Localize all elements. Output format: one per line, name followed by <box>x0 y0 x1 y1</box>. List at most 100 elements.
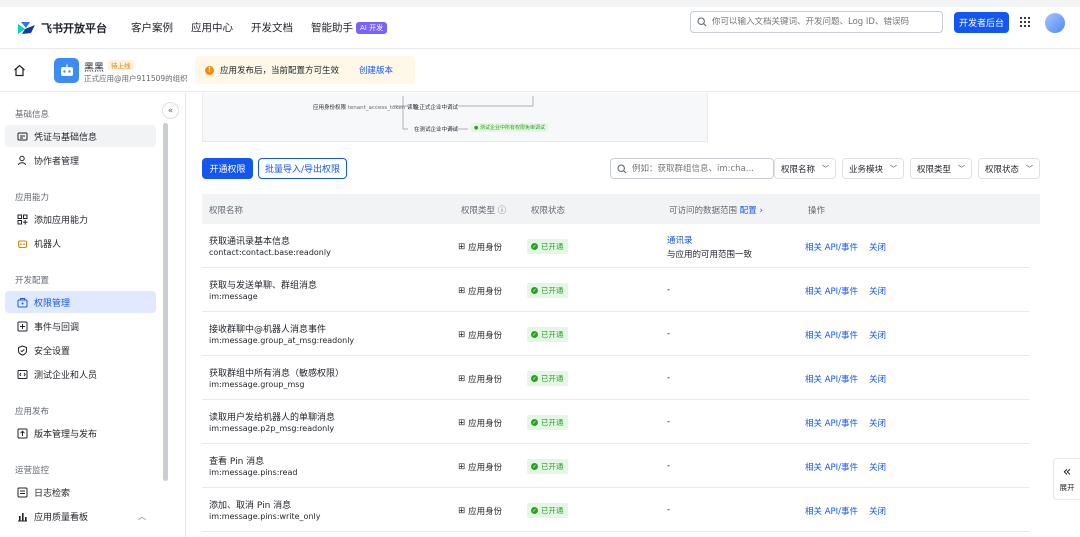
help-icon[interactable]: ⓘ <box>498 206 507 216</box>
perm-type: ⊞ 应用身份 <box>458 461 502 473</box>
sidebar-item-quality[interactable]: 应用质量看板 ︿ <box>5 505 156 527</box>
expand-label: 展开 <box>1059 483 1075 492</box>
apps-grid-icon[interactable] <box>1019 16 1031 28</box>
sidebar-item-label: 应用质量看板 <box>34 512 89 523</box>
ai-badge: AI 开发 <box>356 21 388 34</box>
col-type-label: 权限类型 <box>461 206 496 216</box>
filter-permission-status[interactable]: 权限状态 ﹀ <box>978 158 1040 179</box>
status-tag: ✓ 已开通 <box>527 459 568 474</box>
log-icon <box>17 487 28 498</box>
close-permission-link[interactable]: 关闭 <box>869 505 886 517</box>
nav-customer-cases[interactable]: 客户案例 <box>131 20 173 35</box>
batch-import-export-button[interactable]: 批量导入/导出权限 <box>258 158 347 179</box>
global-search[interactable] <box>690 11 943 33</box>
perm-name: 添加、取消 Pin 消息 <box>209 501 292 511</box>
sidebar-item-add-capability[interactable]: 添加应用能力 <box>5 208 156 230</box>
related-api-link[interactable]: 相关 API/事件 <box>805 329 858 341</box>
permission-search-input[interactable] <box>632 163 772 174</box>
home-icon[interactable] <box>13 64 26 77</box>
main-content: 应用身份权限 tenant_access_token 读取 在正式企业中调试 在… <box>187 93 1080 537</box>
close-permission-link[interactable]: 关闭 <box>869 241 886 253</box>
related-api-link[interactable]: 相关 API/事件 <box>805 417 858 429</box>
perm-type-label: 应用身份 <box>468 331 503 341</box>
filter-label: 业务模块 <box>849 164 884 175</box>
close-permission-link[interactable]: 关闭 <box>869 285 886 297</box>
sidebar-item-versions[interactable]: 版本管理与发布 <box>5 422 156 444</box>
logo[interactable]: 飞书开放平台 <box>16 20 107 36</box>
sidebar-scrollbar[interactable] <box>163 123 168 481</box>
sidebar-item-label: 添加应用能力 <box>34 215 89 226</box>
chevron-up-icon[interactable]: ︿ <box>138 511 146 522</box>
nav-smart-assistant[interactable]: 智能助手 AI 开发 <box>311 20 388 35</box>
close-permission-link[interactable]: 关闭 <box>869 417 886 429</box>
dev-console-button[interactable]: 开发者后台 <box>954 12 1009 33</box>
related-api-link[interactable]: 相关 API/事件 <box>805 241 858 253</box>
check-circle-icon: ✓ <box>531 419 538 426</box>
table-row: 添加、取消 Pin 消息 im:message.pins:write_only … <box>202 488 1029 532</box>
perm-name: 获取与发送单聊、群组消息 <box>209 281 318 291</box>
double-chevron-left-icon: « <box>1062 464 1072 480</box>
nav-dev-docs[interactable]: 开发文档 <box>251 20 293 35</box>
sidebar-item-collaborators[interactable]: 协作者管理 <box>5 149 156 171</box>
global-search-input[interactable] <box>712 17 932 27</box>
perm-type: ⊞ 应用身份 <box>458 285 502 297</box>
diagram-label-app-perm-text: 应用身份权限 <box>313 105 347 111</box>
user-avatar[interactable] <box>1045 13 1065 33</box>
related-api-link[interactable]: 相关 API/事件 <box>805 461 858 473</box>
perm-code: im:message <box>209 292 258 301</box>
search-icon <box>697 17 707 27</box>
sidebar-item-permissions[interactable]: 权限管理 <box>5 291 156 313</box>
sidebar-item-events[interactable]: 事件与回调 <box>5 315 156 337</box>
status-tag: ✓ 已开通 <box>527 327 568 342</box>
nav-app-center[interactable]: 应用中心 <box>191 20 233 35</box>
app-bar: 黑黑 待上线 正式应用@用户911509的组织 <box>0 50 1080 92</box>
sidebar-item-security[interactable]: 安全设置 <box>5 339 156 361</box>
col-actions: 操作 <box>808 206 826 216</box>
sidebar-item-logs[interactable]: 日志检索 <box>5 481 156 503</box>
related-api-link[interactable]: 相关 API/事件 <box>805 373 858 385</box>
table-row: 查看 Pin 消息 im:message.pins:read ⊞ 应用身份 ✓ 已开… <box>202 444 1029 488</box>
section-app-capability: 应用能力 <box>15 193 50 203</box>
perm-type: ⊞ 应用身份 <box>458 241 502 253</box>
diagram-tag-text: 测试企业中所有权限免审调试 <box>479 125 545 131</box>
permission-search[interactable] <box>610 158 774 179</box>
perm-type-label: 应用身份 <box>468 287 503 297</box>
range-contacts-link[interactable]: 通讯录 <box>667 234 693 246</box>
close-permission-link[interactable]: 关闭 <box>869 373 886 385</box>
double-chevron-left-icon: « <box>167 105 174 116</box>
range-text: - <box>667 373 671 383</box>
status-label: 已开通 <box>541 242 564 251</box>
sidebar-item-test-tenants[interactable]: 测试企业和人员 <box>5 363 156 385</box>
create-version-link[interactable]: 创建版本 <box>359 64 393 76</box>
related-api-link[interactable]: 相关 API/事件 <box>805 285 858 297</box>
sidebar-item-credentials[interactable]: 凭证与基础信息 <box>5 125 156 147</box>
enable-permission-button[interactable]: 开通权限 <box>202 158 253 179</box>
related-api-link[interactable]: 相关 API/事件 <box>805 505 858 517</box>
expand-panel-button[interactable]: « 展开 <box>1053 458 1080 500</box>
range-text: - <box>667 285 671 295</box>
sidebar-item-bot[interactable]: 机器人 <box>5 232 156 254</box>
collapse-sidebar-button[interactable]: « <box>162 102 179 119</box>
table-row: 接收群聊中@机器人消息事件 im:message.group_at_msg:re… <box>202 312 1029 356</box>
close-permission-link[interactable]: 关闭 <box>869 329 886 341</box>
diagram-label-test-debug: 在测试企业中调试 <box>414 127 459 133</box>
perm-name: 查看 Pin 消息 <box>209 457 265 467</box>
grid-icon: ⊞ <box>458 462 466 472</box>
status-label: 已开通 <box>541 506 564 515</box>
event-icon <box>17 321 28 332</box>
diagram-lines <box>393 96 534 130</box>
filter-label: 权限类型 <box>917 164 952 175</box>
chevron-right-icon: › <box>759 206 763 216</box>
chevron-down-icon: ﹀ <box>1026 164 1033 173</box>
feishu-logo-icon <box>18 21 35 34</box>
warning-icon: ! <box>205 65 214 75</box>
chevron-down-icon: ﹀ <box>958 164 965 173</box>
configure-range-link[interactable]: 配置 › <box>740 206 763 216</box>
app-subtitle: 正式应用@用户911509的组织 <box>84 74 188 83</box>
close-permission-link[interactable]: 关闭 <box>869 461 886 473</box>
filter-business-module[interactable]: 业务模块 ﹀ <box>842 158 904 179</box>
filter-permission-name[interactable]: 权限名称 ﹀ <box>774 158 836 179</box>
filter-permission-type[interactable]: 权限类型 ﹀ <box>910 158 972 179</box>
perm-type-label: 应用身份 <box>468 463 503 473</box>
check-circle-icon: ✓ <box>531 463 538 470</box>
